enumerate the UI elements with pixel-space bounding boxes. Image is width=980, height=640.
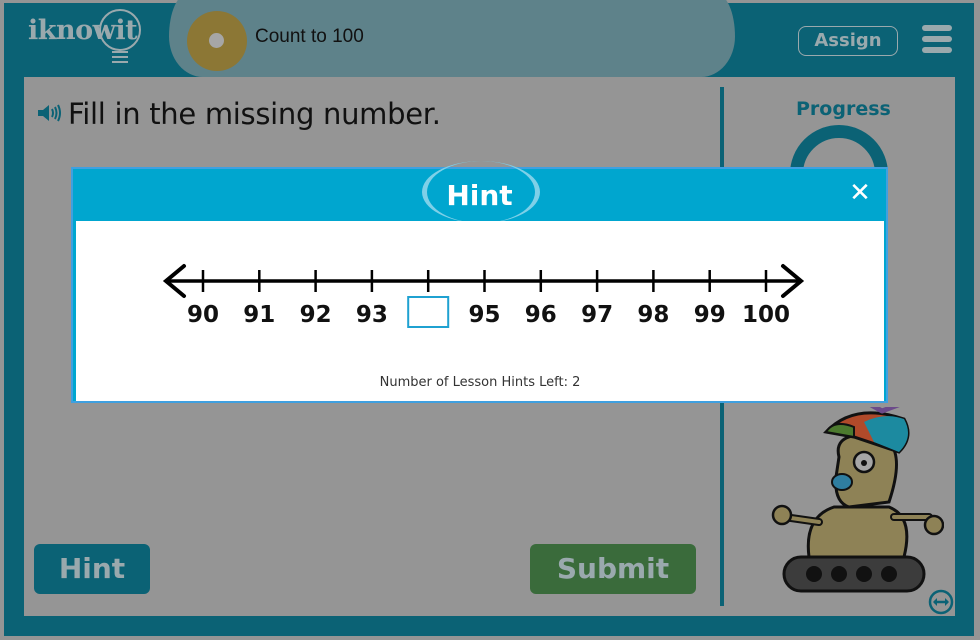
- tick-label: 91: [243, 302, 275, 328]
- lesson-title: Count to 100: [255, 26, 364, 47]
- number-line: 90 91 92 93 95 96 97 98 99 100: [162, 264, 805, 328]
- question-text: Fill in the missing number.: [68, 97, 441, 131]
- hint-button[interactable]: Hint: [34, 544, 150, 594]
- tick-label: 100: [742, 302, 790, 328]
- tick-label: 97: [581, 302, 613, 328]
- medal-icon: [187, 11, 247, 71]
- hint-modal-title: Hint: [446, 179, 513, 212]
- top-bar: iknowit Count to 100 Assign: [4, 0, 974, 77]
- robot-mascot: [771, 407, 944, 593]
- robot-propeller: [869, 407, 900, 414]
- robot-treads: [782, 555, 926, 593]
- tick-label: 90: [187, 302, 219, 328]
- missing-number-input[interactable]: [407, 296, 450, 328]
- robot-nose: [831, 473, 853, 491]
- progress-label: Progress: [796, 98, 891, 120]
- tick-label: 93: [356, 302, 388, 328]
- lightbulb-logo-icon: [99, 9, 141, 51]
- hint-modal-header: Hint ✕: [73, 161, 886, 223]
- assign-button[interactable]: Assign: [798, 26, 898, 56]
- close-icon[interactable]: ✕: [849, 180, 871, 206]
- tick-label: 92: [300, 302, 332, 328]
- tick-label: 99: [694, 302, 726, 328]
- hamburger-menu-icon[interactable]: [922, 25, 952, 53]
- hint-modal: Hint ✕ 90 91 92 93 95 96 97 98 99 100 Number of L…: [71, 161, 888, 403]
- resize-arrows-icon[interactable]: [928, 589, 954, 615]
- submit-button[interactable]: Submit: [530, 544, 696, 594]
- tick-label: 96: [525, 302, 557, 328]
- lightbulb-base-icon: [112, 51, 128, 63]
- tick-label: 95: [468, 302, 500, 328]
- hints-left-text: Number of Lesson Hints Left: 2: [379, 375, 581, 390]
- medal-center: [209, 33, 224, 48]
- lesson-header: [169, 0, 735, 77]
- hint-modal-body: 90 91 92 93 95 96 97 98 99 100 Number of Lesson H…: [76, 221, 884, 401]
- tick-label: 98: [637, 302, 669, 328]
- speaker-icon[interactable]: [36, 102, 62, 124]
